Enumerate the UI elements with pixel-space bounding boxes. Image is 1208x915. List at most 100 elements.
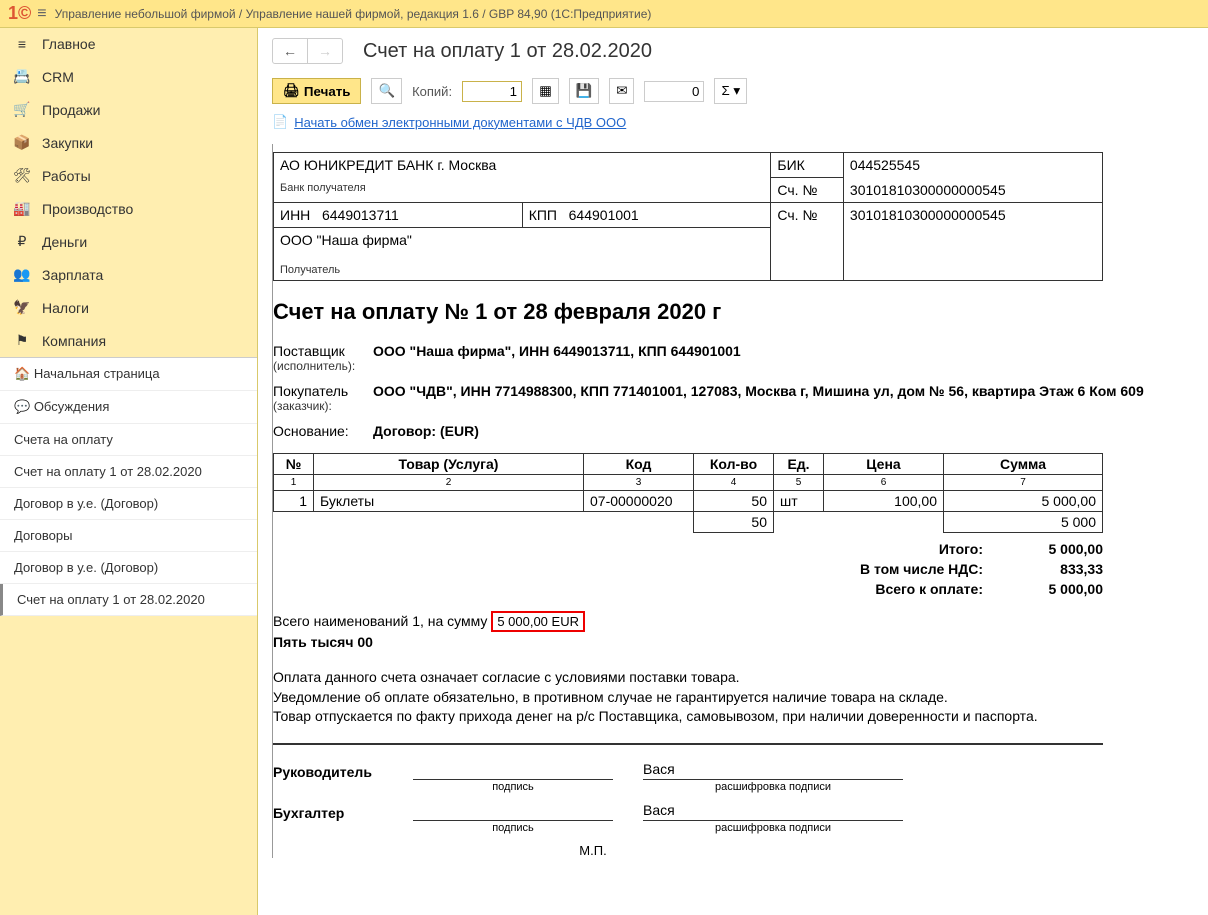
taxes-icon: 🦅 <box>12 299 32 316</box>
print-label: Печать <box>304 84 351 99</box>
sub-contract-ue-2[interactable]: Договор в у.е. (Договор) <box>0 552 257 584</box>
nav-label: Работы <box>42 168 91 184</box>
items-table: № Товар (Услуга) Код Кол-во Ед. Цена Сум… <box>273 453 1103 533</box>
forward-button[interactable]: → <box>307 39 342 63</box>
bank-table: АО ЮНИКРЕДИТ БАНК г. Москва БИК 04452554… <box>273 152 1103 281</box>
nav-label: Продажи <box>42 102 100 118</box>
sigma-icon: Σ <box>721 83 729 98</box>
totals-block: Итого:5 000,00 В том числе НДС:833,33 Вс… <box>273 539 1103 599</box>
purchase-icon: 📦 <box>12 134 32 151</box>
table-button[interactable]: ▦ <box>532 78 559 104</box>
nav-sales[interactable]: 🛒 Продажи <box>0 93 257 126</box>
back-button[interactable]: ← <box>273 39 307 63</box>
nav-label: Деньги <box>42 234 87 250</box>
bank-name: АО ЮНИКРЕДИТ БАНК г. Москва <box>280 157 496 173</box>
preview-button[interactable]: 🔍 <box>371 78 402 104</box>
payment-notice: Оплата данного счета означает согласие с… <box>273 668 1103 727</box>
nav-production[interactable]: 🏭 Производство <box>0 192 257 225</box>
nav-label: Налоги <box>42 300 89 316</box>
nav-works[interactable]: 🛠Работы <box>0 159 257 192</box>
col-num: № <box>274 454 314 475</box>
amount-in-words: Пять тысяч 00 <box>273 634 1194 650</box>
bank-recipient-label: Банк получателя <box>280 182 764 194</box>
org-name: ООО "Наша фирма" <box>280 232 764 248</box>
nav-label: Закупки <box>42 135 93 151</box>
supplier-label: Поставщик <box>273 343 373 359</box>
supplier-sub: (исполнитель): <box>273 359 373 373</box>
director-role: Руководитель <box>273 764 413 780</box>
sub-label: Начальная страница <box>34 366 160 381</box>
basis-value: Договор: (EUR) <box>373 423 1194 439</box>
inn-value: 6449013711 <box>322 207 399 223</box>
sub-home[interactable]: 🏠 Начальная страница <box>0 358 257 391</box>
invoice-heading: Счет на оплату № 1 от 28 февраля 2020 г <box>273 299 1194 325</box>
sigma-button[interactable]: Σ ▾ <box>714 78 747 104</box>
copies-label: Копий: <box>412 84 452 99</box>
app-title: Управление небольшой фирмой / Управление… <box>55 7 652 21</box>
nav-main[interactable]: ≡Главное <box>0 28 257 60</box>
save-button[interactable]: 💾 <box>569 78 600 104</box>
signatures-block: Руководитель подпись Васярасшифровка под… <box>273 743 1103 858</box>
nav-money[interactable]: ₽ Деньги <box>0 225 257 258</box>
sub-discuss[interactable]: 💬 Обсуждения <box>0 391 257 424</box>
content-area: ← → Счет на оплату 1 от 28.02.2020 🖨 Печа… <box>258 28 1208 915</box>
bank-acc-label: Сч. № <box>777 182 817 198</box>
copies-input[interactable] <box>462 81 522 102</box>
sub-invoice-1[interactable]: Счет на оплату 1 от 28.02.2020 <box>0 456 257 488</box>
col-qty: Кол-во <box>694 454 774 475</box>
printer-icon: 🖨 <box>283 83 300 99</box>
summary-amount-highlighted: 5 000,00 EUR <box>491 611 585 632</box>
col-code: Код <box>584 454 694 475</box>
col-sum: Сумма <box>944 454 1103 475</box>
crm-icon: 📇 <box>12 68 32 85</box>
edo-link[interactable]: Начать обмен электронными документами с … <box>294 115 626 130</box>
sub-label: Обсуждения <box>34 399 110 414</box>
email-button[interactable]: ✉ <box>609 78 634 104</box>
toolbar: 🖨 Печать 🔍 Копий: ▦ 💾 ✉ Σ ▾ <box>272 78 1194 104</box>
sub-contract-ue[interactable]: Договор в у.е. (Договор) <box>0 488 257 520</box>
nav-crm[interactable]: 📇 CRM <box>0 60 257 93</box>
document-title: Счет на оплату 1 от 28.02.2020 <box>363 40 652 63</box>
nav-purchases[interactable]: 📦 Закупки <box>0 126 257 159</box>
nav-label: CRM <box>42 69 74 85</box>
nav-label: Главное <box>42 36 96 52</box>
stamp-label: М.П. <box>273 843 913 858</box>
page-input[interactable] <box>644 81 704 102</box>
bank-acc: 30101810300000000545 <box>850 182 1006 198</box>
itogo-label: Итого: <box>803 541 983 557</box>
col-item: Товар (Услуга) <box>314 454 584 475</box>
nav-label: Зарплата <box>42 267 103 283</box>
buyer-sub: (заказчик): <box>273 399 373 413</box>
kpp-value: 644901001 <box>569 207 639 223</box>
nav-company[interactable]: ⚑ Компания <box>0 324 257 357</box>
kpp-label: КПП <box>529 207 557 223</box>
sub-contracts[interactable]: Договоры <box>0 520 257 552</box>
document-preview: АО ЮНИКРЕДИТ БАНК г. Москва БИК 04452554… <box>272 144 1194 858</box>
sidebar: ≡Главное 📇CRM 🛒Продажи 📦Закупки 🛠Работы … <box>0 28 258 915</box>
itogo-value: 5 000,00 <box>1003 541 1103 557</box>
company-icon: ⚑ <box>12 332 32 349</box>
inn-label: ИНН <box>280 207 310 223</box>
nav-arrows: ← → <box>272 38 343 64</box>
nav-salary[interactable]: 👥Зарплата <box>0 258 257 291</box>
home-icon: 🏠 <box>14 366 34 381</box>
summary-prefix: Всего наименований 1, на сумму <box>273 613 491 629</box>
table-footer: 50 5 000 <box>274 512 1103 533</box>
sub-invoices[interactable]: Счета на оплату <box>0 424 257 456</box>
money-icon: ₽ <box>12 233 32 250</box>
sales-icon: 🛒 <box>12 101 32 118</box>
nav-taxes[interactable]: 🦅 Налоги <box>0 291 257 324</box>
supplier-value: ООО "Наша фирма", ИНН 6449013711, КПП 64… <box>373 343 1194 373</box>
edo-link-row: 📄 Начать обмен электронными документами … <box>272 114 1194 130</box>
basis-label: Основание: <box>273 423 373 439</box>
nav-label: Компания <box>42 333 106 349</box>
production-icon: 🏭 <box>12 200 32 217</box>
print-button[interactable]: 🖨 Печать <box>272 78 361 104</box>
menu-icon[interactable]: ≡ <box>37 5 46 23</box>
nav-label: Производство <box>42 201 133 217</box>
sub-invoice-1-active[interactable]: Счет на оплату 1 от 28.02.2020 <box>0 584 257 616</box>
bik-label: БИК <box>777 157 804 173</box>
buyer-label: Покупатель <box>273 383 373 399</box>
table-row: 1 Буклеты 07-00000020 50 шт 100,00 5 000… <box>274 491 1103 512</box>
col-unit: Ед. <box>774 454 824 475</box>
